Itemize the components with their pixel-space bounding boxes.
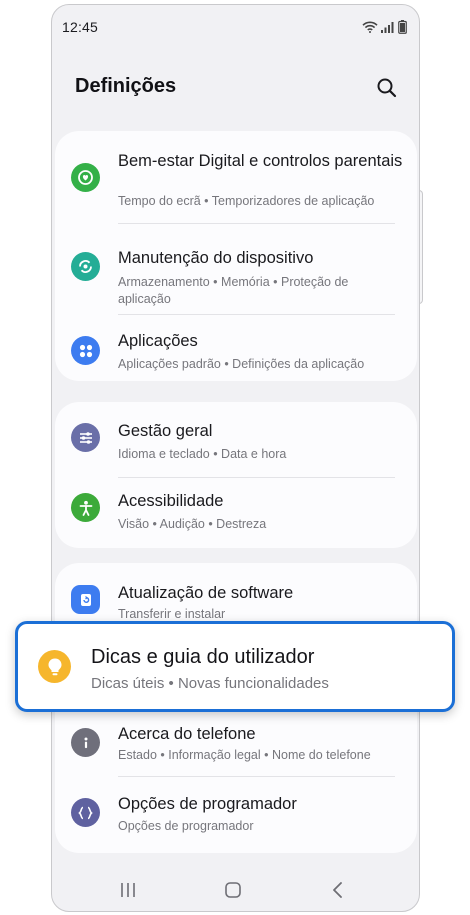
device-care-icon bbox=[71, 252, 100, 281]
info-icon bbox=[71, 728, 100, 757]
signal-icon bbox=[381, 22, 394, 33]
settings-item-accessibility[interactable]: Acessibilidade Visão • Audição • Destrez… bbox=[55, 478, 417, 548]
item-subtitle: Tempo do ecrã • Temporizadores de aplica… bbox=[118, 194, 375, 208]
status-icons bbox=[362, 20, 407, 34]
item-title: Manutenção do dispositivo bbox=[118, 249, 314, 267]
back-icon[interactable] bbox=[328, 880, 348, 900]
lightbulb-icon bbox=[38, 650, 71, 683]
item-subtitle: Aplicações padrão • Definições da aplica… bbox=[118, 357, 365, 371]
tips-user-guide-item[interactable]: Dicas e guia do utilizador Dicas úteis •… bbox=[15, 621, 455, 712]
item-subtitle: Visão • Audição • Destreza bbox=[118, 517, 267, 531]
item-subtitle: Opções de programador bbox=[118, 819, 254, 833]
settings-group-2: Gestão geral Idioma e teclado • Data e h… bbox=[55, 402, 417, 548]
sliders-icon bbox=[71, 423, 100, 452]
settings-item-software-update[interactable]: Atualização de software Transferir e ins… bbox=[55, 563, 417, 623]
settings-item-general-management[interactable]: Gestão geral Idioma e teclado • Data e h… bbox=[55, 402, 417, 472]
settings-item-digital-wellbeing[interactable]: Bem-estar Digital e controlos parentais … bbox=[55, 131, 417, 218]
wifi-icon bbox=[362, 21, 378, 33]
item-title: Dicas e guia do utilizador bbox=[91, 646, 315, 668]
recent-apps-icon[interactable] bbox=[118, 880, 138, 900]
digital-wellbeing-icon bbox=[71, 163, 100, 192]
accessibility-icon bbox=[71, 493, 100, 522]
developer-options-icon bbox=[71, 798, 100, 827]
item-title: Gestão geral bbox=[118, 422, 213, 440]
status-time: 12:45 bbox=[62, 19, 99, 35]
settings-item-about-phone[interactable]: Acerca do telefone Estado • Informação l… bbox=[55, 713, 417, 779]
navigation-bar bbox=[52, 870, 419, 910]
settings-item-apps[interactable]: Aplicações Aplicações padrão • Definiçõe… bbox=[55, 315, 417, 381]
item-subtitle: Armazenamento • Memória • Proteção de ap… bbox=[118, 275, 349, 306]
search-icon[interactable] bbox=[374, 75, 400, 101]
item-title: Atualização de software bbox=[118, 584, 294, 602]
item-title: Acerca do telefone bbox=[118, 725, 256, 743]
phone-frame: 12:45 Definições Bem-estar Digital e con… bbox=[51, 4, 420, 912]
item-title: Aplicações bbox=[118, 332, 198, 350]
settings-item-developer-options[interactable]: Opções de programador Opções de programa… bbox=[55, 777, 417, 847]
settings-item-device-care[interactable]: Manutenção do dispositivo Armazenamento … bbox=[55, 224, 417, 311]
page-title: Definições bbox=[75, 75, 177, 97]
battery-icon bbox=[398, 20, 407, 34]
item-title: Bem-estar Digital e controlos parentais bbox=[118, 152, 403, 170]
home-icon[interactable] bbox=[223, 880, 243, 900]
item-subtitle: Dicas úteis • Novas funcionalidades bbox=[91, 675, 329, 692]
item-subtitle: Estado • Informação legal • Nome do tele… bbox=[118, 748, 371, 762]
item-subtitle: Idioma e teclado • Data e hora bbox=[118, 447, 287, 461]
status-bar: 12:45 bbox=[62, 16, 407, 38]
apps-icon bbox=[71, 336, 100, 365]
item-title: Acessibilidade bbox=[118, 492, 224, 510]
item-title: Opções de programador bbox=[118, 795, 297, 813]
software-update-icon bbox=[71, 585, 100, 614]
settings-group-1: Bem-estar Digital e controlos parentais … bbox=[55, 131, 417, 381]
